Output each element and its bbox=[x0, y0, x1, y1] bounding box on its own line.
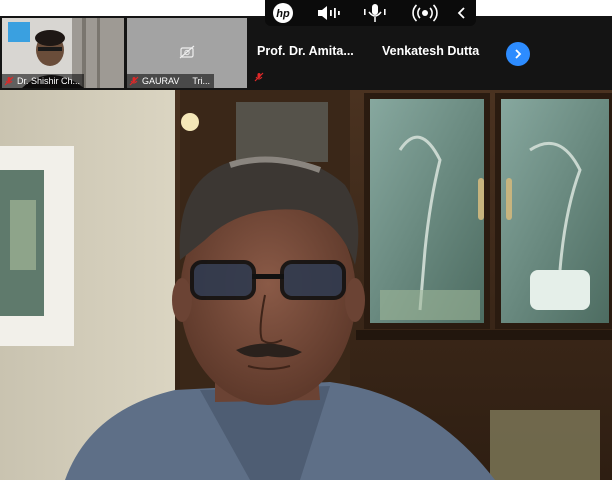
participant-name: Prof. Dr. Amita... bbox=[257, 44, 354, 58]
microphone-button[interactable] bbox=[361, 2, 389, 24]
participant-tile-3[interactable]: Prof. Dr. Amita... bbox=[254, 44, 373, 92]
participant-tile-4[interactable]: Venkatesh Dutta bbox=[382, 44, 494, 58]
participant-tile-1[interactable]: Dr. Shishir Ch... bbox=[2, 18, 124, 88]
mic-muted-icon bbox=[254, 72, 264, 82]
broadcast-icon bbox=[412, 4, 438, 22]
chevron-left-icon bbox=[457, 7, 465, 19]
speaker-button[interactable] bbox=[315, 2, 343, 24]
active-speaker-video bbox=[0, 90, 612, 480]
collapse-toolbar-button[interactable] bbox=[453, 2, 471, 24]
speaker-icon bbox=[318, 6, 340, 20]
hp-audio-toolbar: hp bbox=[265, 0, 476, 26]
hp-logo-icon: hp bbox=[273, 3, 293, 23]
hp-logo-button[interactable]: hp bbox=[270, 2, 296, 24]
participant-tile-2[interactable]: GAURAV Tri... bbox=[127, 18, 247, 88]
svg-text:hp: hp bbox=[276, 8, 290, 20]
broadcast-button[interactable] bbox=[411, 2, 439, 24]
participant-name-tag-2: GAURAV Tri... bbox=[127, 74, 215, 88]
participant-name-tag-1: Dr. Shishir Ch... bbox=[2, 74, 85, 88]
mic-muted-icon bbox=[129, 76, 139, 86]
chevron-right-icon bbox=[515, 49, 522, 59]
participant-subtitle: Tri... bbox=[192, 76, 211, 86]
participant-name: Venkatesh Dutta bbox=[382, 44, 480, 58]
speaker-video-frame bbox=[0, 90, 612, 480]
next-participants-button[interactable] bbox=[506, 42, 530, 66]
participant-name: GAURAV bbox=[142, 76, 180, 86]
microphone-icon bbox=[364, 4, 386, 22]
participant-name: Dr. Shishir Ch... bbox=[17, 76, 81, 86]
mic-muted-icon bbox=[4, 76, 14, 86]
